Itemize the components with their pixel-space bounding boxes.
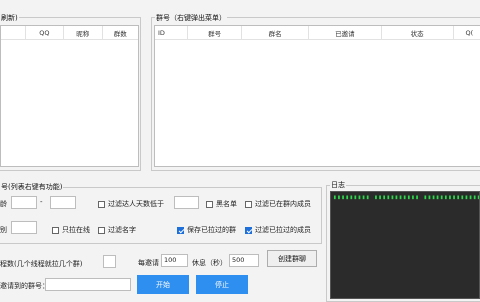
column-nickname[interactable]: 昵称: [64, 26, 103, 39]
save-pulled-box: [177, 226, 184, 234]
age-min-input[interactable]: [11, 196, 37, 209]
target-group-label: 邀请到的群号：: [0, 282, 49, 290]
settings-panel: [0, 187, 322, 244]
log-output[interactable]: ▮▮▮▮▮▮▮▮▮ ▮▮▮▮▮▮▮▮▮▮▮ ▮▮▮▮▮▮▮▮▮▮▮▮▮▮▮▮▮▮…: [330, 191, 480, 299]
account-list-table[interactable]: QQ 昵称 群数: [0, 25, 139, 167]
column-group-number[interactable]: 群号: [188, 26, 242, 39]
rest-seconds-value: 500: [232, 256, 245, 264]
rest-seconds-label: 休息（秒）: [192, 259, 227, 267]
save-pulled-label: 保存已拉过的群: [187, 226, 236, 234]
blacklist-box: [206, 200, 213, 208]
gender-input[interactable]: [11, 221, 37, 234]
log-title: 日志: [330, 180, 346, 190]
filter-nickname-box: [98, 226, 105, 234]
log-line: ▮▮▮▮▮▮▮▮▮ ▮▮▮▮▮▮▮▮▮▮▮ ▮▮▮▮▮▮▮▮▮▮▮▮▮▮▮▮▮▮…: [333, 194, 479, 201]
only-online-label: 只拉在线: [62, 226, 90, 234]
age-separator: -: [40, 198, 43, 206]
thread-count-label: 程数(几个线程就拉几个群): [0, 260, 83, 268]
per-invite-input[interactable]: 100: [161, 254, 188, 267]
target-group-input[interactable]: [45, 278, 131, 291]
blacklist-checkbox[interactable]: 黑名单: [206, 199, 237, 209]
thread-count-input[interactable]: [103, 255, 116, 268]
group-list-table[interactable]: ID 群号 群名 已邀请 状态 Q(: [154, 25, 480, 167]
rest-seconds-input[interactable]: 500: [229, 254, 259, 267]
only-online-box: [52, 226, 59, 234]
age-max-input[interactable]: [50, 196, 76, 209]
filter-nickname-checkbox[interactable]: 过滤名字: [98, 225, 136, 235]
account-list-header: QQ 昵称 群数: [1, 26, 138, 40]
column-id[interactable]: ID: [155, 26, 189, 39]
filter-pulled-checkbox[interactable]: 过滤已拉过的成员: [245, 225, 311, 235]
filter-in-group-label: 过滤已在群内成员: [255, 200, 311, 208]
filter-fewer-days-label: 过滤达人天数低于: [108, 200, 164, 208]
age-label: 龄: [0, 200, 7, 208]
filter-nickname-label: 过滤名字: [108, 226, 136, 234]
blacklist-label: 黑名单: [216, 200, 237, 208]
group-list-title: 群号（右键弹出菜单）: [155, 13, 227, 23]
column-invited[interactable]: 已邀请: [309, 26, 382, 39]
per-invite-label: 每邀请: [138, 259, 159, 267]
filter-in-group-checkbox[interactable]: 过滤已在群内成员: [245, 199, 311, 209]
create-group-button[interactable]: 创建群聊: [267, 250, 317, 267]
filter-fewer-days-checkbox[interactable]: 过滤达人天数低于: [98, 199, 164, 209]
column-group-count[interactable]: 群数: [103, 26, 138, 39]
column-qq[interactable]: QQ: [26, 26, 65, 39]
filter-fewer-days-box: [98, 200, 105, 208]
only-online-checkbox[interactable]: 只拉在线: [52, 225, 90, 235]
settings-title: 号(列表右键有功能): [0, 182, 64, 192]
stop-button[interactable]: 停止: [196, 275, 248, 294]
filter-pulled-box: [245, 226, 252, 234]
column-group-name[interactable]: 群名: [242, 26, 310, 39]
column-qq[interactable]: Q(: [454, 26, 480, 39]
per-invite-value: 100: [164, 256, 177, 264]
filter-pulled-label: 过滤已拉过的成员: [255, 226, 311, 234]
column-blank: [1, 26, 26, 39]
start-button[interactable]: 开始: [137, 275, 189, 294]
group-list-header: ID 群号 群名 已邀请 状态 Q(: [155, 26, 480, 40]
filter-fewer-days-input[interactable]: [174, 196, 199, 209]
save-pulled-checkbox[interactable]: 保存已拉过的群: [177, 225, 236, 235]
filter-in-group-box: [245, 200, 252, 208]
column-status[interactable]: 状态: [382, 26, 454, 39]
account-list-title: 刷新): [0, 13, 19, 23]
gender-label: 别: [0, 226, 7, 234]
